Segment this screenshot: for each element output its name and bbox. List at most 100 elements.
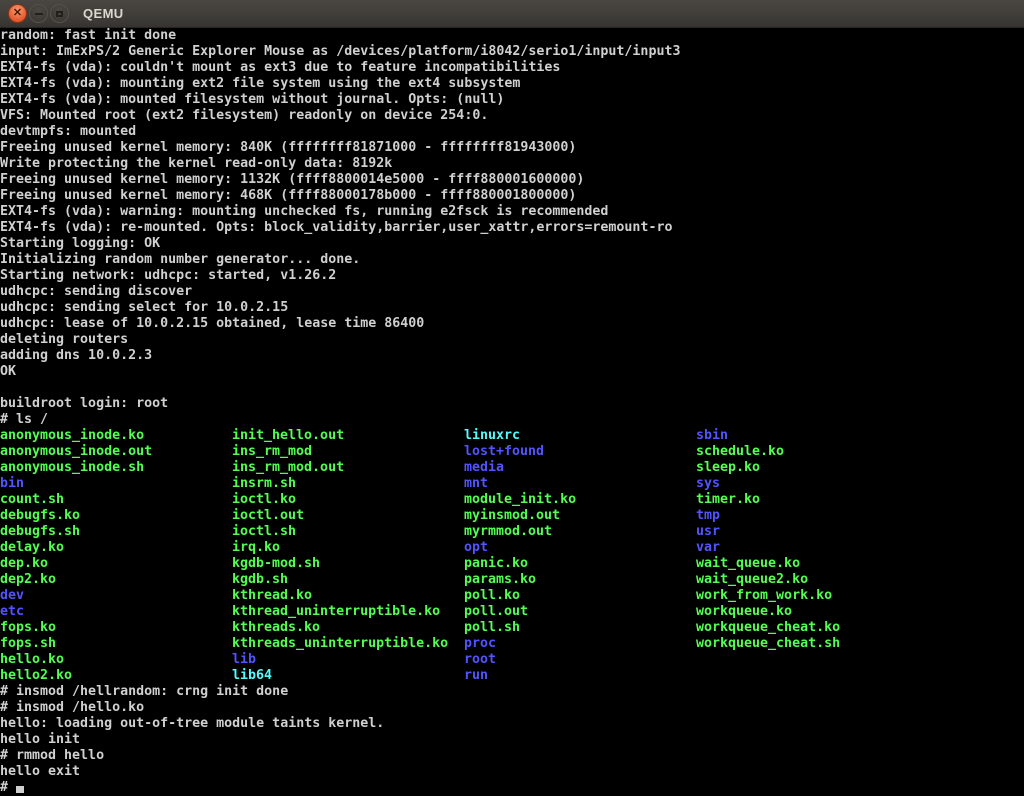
ls-output: anonymous_inode.koanonymous_inode.outano… (0, 428, 1024, 684)
console-line: adding dns 10.0.2.3 (0, 348, 1024, 364)
file-entry: dep2.ko (0, 572, 152, 588)
console-line: Freeing unused kernel memory: 1132K (fff… (0, 172, 1024, 188)
file-entry: usr (696, 524, 840, 540)
window-title: QEMU (83, 6, 124, 21)
console-line: Write protecting the kernel read-only da… (0, 156, 1024, 172)
console-line: # ls / (0, 412, 1024, 428)
console-line: # rmmod hello (0, 748, 1024, 764)
file-entry: workqueue.ko (696, 604, 840, 620)
file-entry: count.sh (0, 492, 152, 508)
console-line: # insmod /hellrandom: crng init done (0, 684, 1024, 700)
file-entry: hello2.ko (0, 668, 152, 684)
file-entry: ins_rm_mod.out (232, 460, 448, 476)
file-entry: timer.ko (696, 492, 840, 508)
file-entry: sleep.ko (696, 460, 840, 476)
file-entry: lib64 (232, 668, 448, 684)
file-entry: panic.ko (464, 556, 576, 572)
console-line: Freeing unused kernel memory: 468K (ffff… (0, 188, 1024, 204)
file-entry: etc (0, 604, 152, 620)
boot-log: random: fast init doneinput: ImExPS/2 Ge… (0, 28, 1024, 428)
file-entry: run (464, 668, 576, 684)
console-line: OK (0, 364, 1024, 380)
file-entry: workqueue_cheat.sh (696, 636, 840, 652)
console-line: VFS: Mounted root (ext2 filesystem) read… (0, 108, 1024, 124)
console-line (0, 380, 1024, 396)
console-line: hello exit (0, 764, 1024, 780)
console-line: devtmpfs: mounted (0, 124, 1024, 140)
file-entry: sys (696, 476, 840, 492)
file-entry: ioctl.out (232, 508, 448, 524)
file-entry: params.ko (464, 572, 576, 588)
shell-session: # insmod /hellrandom: crng init done# in… (0, 684, 1024, 796)
file-entry: fops.sh (0, 636, 152, 652)
file-entry: wait_queue2.ko (696, 572, 840, 588)
file-entry: root (464, 652, 576, 668)
file-entry: kthreads_uninterruptible.ko (232, 636, 448, 652)
title-bar[interactable]: ✕ QEMU (0, 0, 1024, 28)
ls-column-1: anonymous_inode.koanonymous_inode.outano… (0, 428, 152, 684)
file-entry: schedule.ko (696, 444, 840, 460)
console-line: Starting network: udhcpc: started, v1.26… (0, 268, 1024, 284)
file-entry: debugfs.sh (0, 524, 152, 540)
maximize-button[interactable] (50, 4, 69, 23)
file-entry: lost+found (464, 444, 576, 460)
file-entry: kthreads.ko (232, 620, 448, 636)
file-entry: anonymous_inode.sh (0, 460, 152, 476)
file-entry: media (464, 460, 576, 476)
file-entry: poll.ko (464, 588, 576, 604)
close-icon: ✕ (13, 8, 22, 19)
file-entry: ioctl.ko (232, 492, 448, 508)
file-entry: fops.ko (0, 620, 152, 636)
file-entry: irq.ko (232, 540, 448, 556)
file-entry: delay.ko (0, 540, 152, 556)
file-entry: myinsmod.out (464, 508, 576, 524)
file-entry: kgdb-mod.sh (232, 556, 448, 572)
file-entry: poll.sh (464, 620, 576, 636)
file-entry: linuxrc (464, 428, 576, 444)
file-entry: insrm.sh (232, 476, 448, 492)
console-line: Starting logging: OK (0, 236, 1024, 252)
console-line: input: ImExPS/2 Generic Explorer Mouse a… (0, 44, 1024, 60)
console-line: udhcpc: sending select for 10.0.2.15 (0, 300, 1024, 316)
file-entry: proc (464, 636, 576, 652)
file-entry: mnt (464, 476, 576, 492)
file-entry: dev (0, 588, 152, 604)
console-line: hello init (0, 732, 1024, 748)
text-cursor (16, 786, 24, 793)
file-entry: wait_queue.ko (696, 556, 840, 572)
console-line: EXT4-fs (vda): warning: mounting uncheck… (0, 204, 1024, 220)
file-entry: ins_rm_mod (232, 444, 448, 460)
file-entry: var (696, 540, 840, 556)
console-line: Freeing unused kernel memory: 840K (ffff… (0, 140, 1024, 156)
file-entry: opt (464, 540, 576, 556)
file-entry: sbin (696, 428, 840, 444)
file-entry: kthread_uninterruptible.ko (232, 604, 448, 620)
file-entry: anonymous_inode.ko (0, 428, 152, 444)
file-entry: lib (232, 652, 448, 668)
ls-column-2: init_hello.outins_rm_modins_rm_mod.outin… (232, 428, 448, 684)
file-entry: init_hello.out (232, 428, 448, 444)
file-entry: bin (0, 476, 152, 492)
console-line: # (0, 780, 1024, 796)
file-entry: module_init.ko (464, 492, 576, 508)
console-line: hello: loading out-of-tree module taints… (0, 716, 1024, 732)
file-entry: tmp (696, 508, 840, 524)
qemu-window: ✕ QEMU random: fast init doneinput: ImEx… (0, 0, 1024, 796)
console-line: buildroot login: root (0, 396, 1024, 412)
console-line: EXT4-fs (vda): mounted filesystem withou… (0, 92, 1024, 108)
console-line: EXT4-fs (vda): mounting ext2 file system… (0, 76, 1024, 92)
file-entry: kgdb.sh (232, 572, 448, 588)
file-entry: workqueue_cheat.ko (696, 620, 840, 636)
console-line: Initializing random number generator... … (0, 252, 1024, 268)
console-line: # insmod /hello.ko (0, 700, 1024, 716)
console-line: deleting routers (0, 332, 1024, 348)
console-screen[interactable]: random: fast init doneinput: ImExPS/2 Ge… (0, 28, 1024, 796)
console-line: random: fast init done (0, 28, 1024, 44)
close-button[interactable]: ✕ (8, 4, 27, 23)
file-entry: work_from_work.ko (696, 588, 840, 604)
console-line: udhcpc: lease of 10.0.2.15 obtained, lea… (0, 316, 1024, 332)
file-entry: dep.ko (0, 556, 152, 572)
file-entry: anonymous_inode.out (0, 444, 152, 460)
file-entry: debugfs.ko (0, 508, 152, 524)
minimize-button[interactable] (29, 4, 48, 23)
